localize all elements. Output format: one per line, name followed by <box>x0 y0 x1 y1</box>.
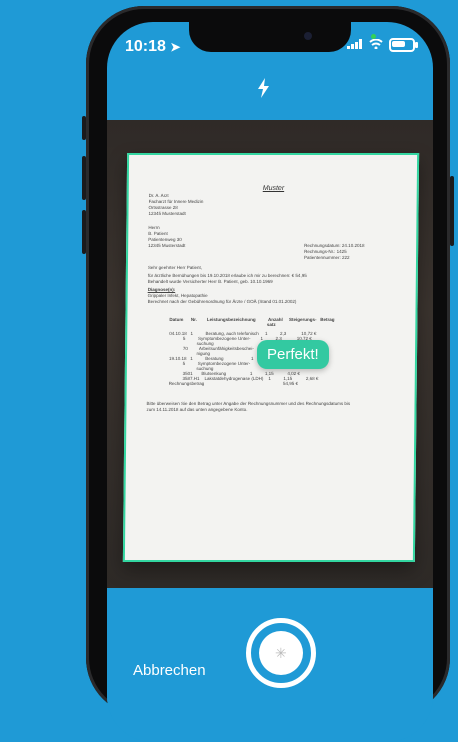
document-greeting: Sehr geehrter Herr Patient, <box>147 265 202 270</box>
location-arrow-icon: ➤ <box>170 40 181 54</box>
document-diagnosis: Grippaler Infekt, Hepatopathie Berechnet… <box>147 293 297 304</box>
document-sender: Dr. A. Arzt Facharzt für Innere Medizin … <box>148 193 204 216</box>
status-time: 10:18 ➤ <box>125 38 181 55</box>
notch <box>189 22 351 52</box>
document-recipient: Herrn B. Patient Patientenweg 30 12345 M… <box>148 225 186 248</box>
mute-switch <box>82 116 86 140</box>
status-icons <box>347 38 418 52</box>
volume-down-button <box>82 210 86 254</box>
background <box>0 0 86 708</box>
flash-icon[interactable] <box>257 78 271 104</box>
signal-bars-icon <box>347 38 363 52</box>
detection-toast: Perfekt! <box>257 340 329 369</box>
volume-up-button <box>82 156 86 200</box>
power-button <box>450 176 454 246</box>
document-intro: für ärztliche Bemühungen bis 19.10.2018 … <box>147 273 307 284</box>
shutter-spinner-icon: ✳ <box>275 645 287 661</box>
document-title: Muster <box>262 185 285 192</box>
front-camera-icon <box>304 32 312 40</box>
document-footer: Bitte überweisen Sie den Betrag unter An… <box>146 401 351 412</box>
cancel-button[interactable]: Abbrechen <box>133 662 206 679</box>
invoice-table-header: Datum Nr. Leistungsbezeichnung Anzahl St… <box>169 317 335 327</box>
shutter-inner: ✳ <box>259 631 303 675</box>
wifi-icon <box>369 38 383 52</box>
battery-icon <box>389 38 418 52</box>
shutter-button[interactable]: ✳ <box>246 618 316 688</box>
phone-screen: 10:18 ➤ Muster Dr. A. Arzt Facharzt für … <box>107 22 433 742</box>
document-invoice-info: Rechnungsdatum: 24.10.2018 Rechnungs-Nr.… <box>304 243 365 260</box>
